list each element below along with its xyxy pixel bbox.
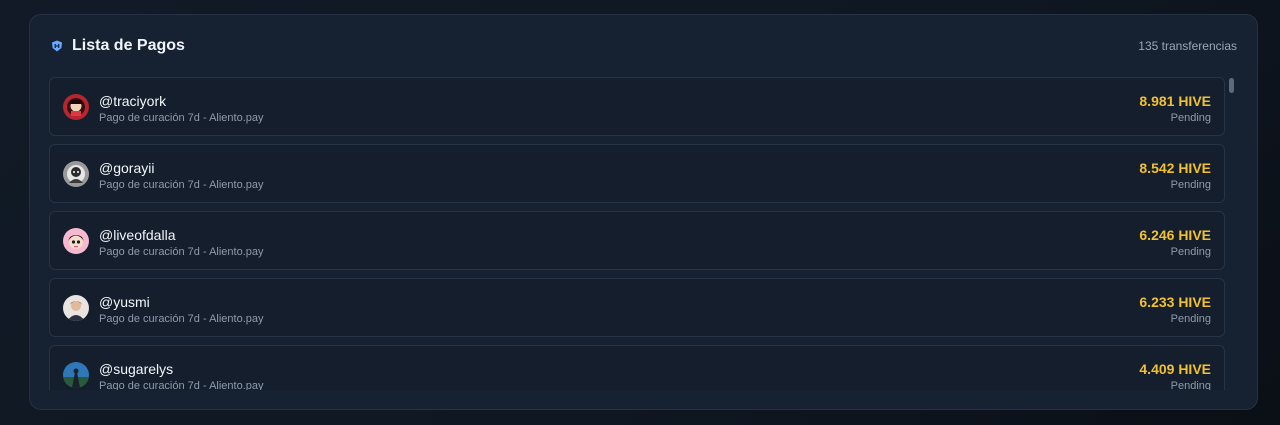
payment-row[interactable]: @yusmi Pago de curación 7d - Aliento.pay… [49, 278, 1225, 337]
payment-amount: 8.542 HIVE [1139, 160, 1211, 176]
payment-amount: 6.233 HIVE [1139, 294, 1211, 310]
payments-list[interactable]: @traciyork Pago de curación 7d - Aliento… [49, 77, 1227, 390]
payment-amount: 8.981 HIVE [1139, 93, 1211, 109]
avatar[interactable] [63, 161, 89, 187]
transfer-count: 135 transferencias [1138, 39, 1237, 53]
avatar[interactable] [63, 362, 89, 388]
payment-amount: 6.246 HIVE [1139, 227, 1211, 243]
payment-username[interactable]: @liveofdalla [99, 227, 175, 244]
payment-username[interactable]: @yusmi [99, 294, 150, 311]
avatar[interactable] [63, 295, 89, 321]
payment-row[interactable]: @liveofdalla Pago de curación 7d - Alien… [49, 211, 1225, 270]
payment-row[interactable]: @traciyork Pago de curación 7d - Aliento… [49, 77, 1225, 136]
payment-description: Pago de curación 7d - Aliento.pay [99, 179, 264, 191]
payment-status: Pending [1170, 313, 1211, 325]
avatar[interactable] [63, 228, 89, 254]
payment-status: Pending [1170, 246, 1211, 258]
panel-header: Lista de Pagos 135 transferencias [30, 15, 1257, 77]
page-title: Lista de Pagos [72, 37, 185, 54]
payment-username[interactable]: @gorayii [99, 160, 154, 177]
payment-row[interactable]: @sugarelys Pago de curación 7d - Aliento… [49, 345, 1225, 390]
payment-description: Pago de curación 7d - Aliento.pay [99, 246, 264, 258]
list-scrollbar[interactable] [1228, 77, 1236, 390]
payment-username[interactable]: @sugarelys [99, 361, 173, 378]
payment-description: Pago de curación 7d - Aliento.pay [99, 112, 264, 124]
payment-description: Pago de curación 7d - Aliento.pay [99, 313, 264, 325]
payment-row[interactable]: @gorayii Pago de curación 7d - Aliento.p… [49, 144, 1225, 203]
payment-status: Pending [1170, 380, 1211, 390]
payment-description: Pago de curación 7d - Aliento.pay [99, 380, 264, 390]
avatar[interactable] [63, 94, 89, 120]
payments-panel: Lista de Pagos 135 transferencias @traci… [29, 14, 1258, 410]
hive-shield-icon [51, 39, 63, 52]
payment-status: Pending [1170, 179, 1211, 191]
payment-status: Pending [1170, 112, 1211, 124]
payment-amount: 4.409 HIVE [1139, 361, 1211, 377]
payment-username[interactable]: @traciyork [99, 93, 166, 110]
scrollbar-thumb[interactable] [1229, 78, 1234, 93]
